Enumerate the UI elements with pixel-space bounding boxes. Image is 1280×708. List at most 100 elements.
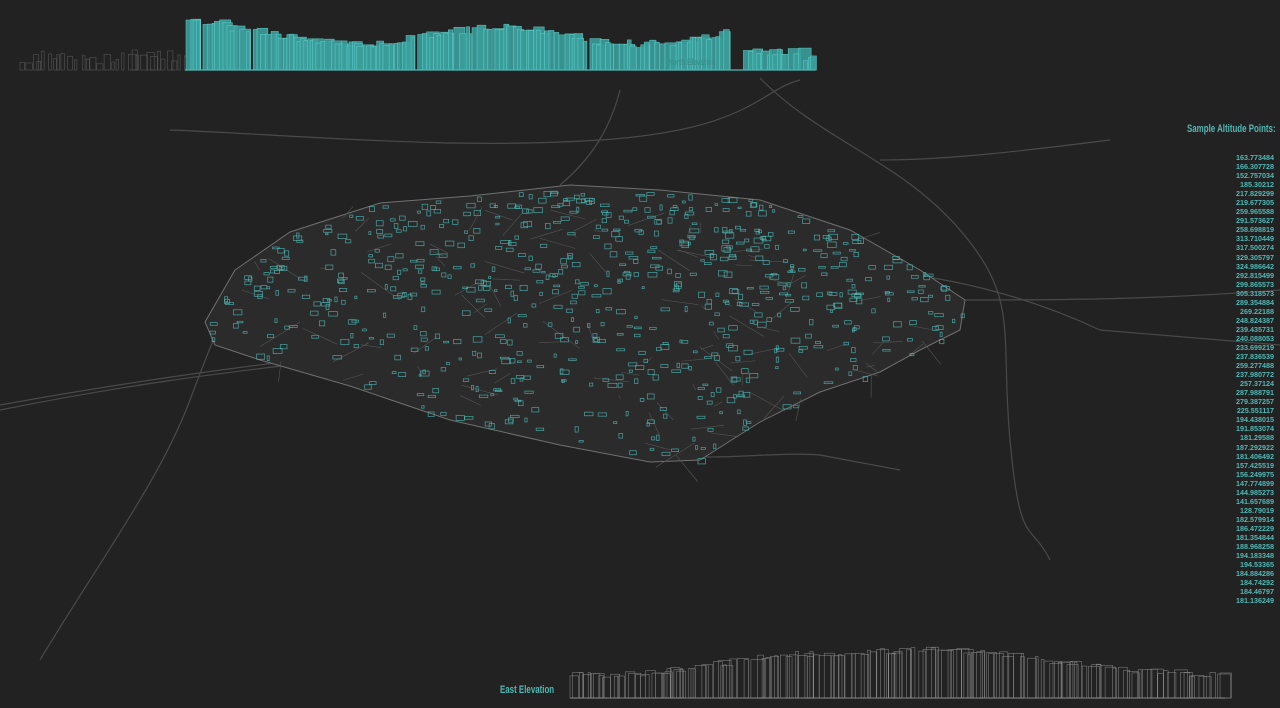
elevation-building [694, 665, 706, 699]
altitude-value: 317.500274 [1236, 243, 1274, 253]
elevation-building [33, 54, 39, 71]
altitude-value: 182.579914 [1236, 514, 1274, 524]
elevation-building [1219, 672, 1232, 699]
elevation-building [1081, 665, 1088, 699]
elevation-building [548, 30, 555, 71]
elevation-building [160, 58, 166, 71]
elevation-building [1123, 669, 1130, 699]
elevation-building [666, 668, 672, 699]
altitude-value: 184.74292 [1240, 578, 1274, 588]
elevation-building [876, 649, 889, 699]
elevation-building [536, 29, 541, 71]
altitude-value: 184.46797 [1240, 587, 1274, 597]
altitude-value: 186.472229 [1236, 523, 1274, 533]
altitude-value: 188.968258 [1236, 542, 1274, 552]
elevation-building [854, 653, 865, 699]
elevation-building [1074, 661, 1078, 699]
elevation-building [96, 63, 104, 71]
elevation-building [925, 646, 939, 699]
elevation-building [922, 649, 936, 699]
altitude-points-title: Sample Altitude Points: [1187, 123, 1276, 135]
altitude-value: 181.29588 [1240, 433, 1274, 443]
altitude-value: 152.757034 [1236, 171, 1274, 181]
elevation-building [635, 674, 650, 699]
elevation-building [410, 36, 416, 71]
elevation-building [447, 29, 453, 71]
altitude-value: 225.551117 [1236, 406, 1274, 416]
elevation-building [1198, 675, 1207, 699]
elevation-building [899, 648, 911, 699]
elevation-building [750, 659, 765, 699]
altitude-value: 141.657689 [1236, 496, 1274, 506]
elevation-building [1066, 664, 1079, 699]
elevation-building [869, 651, 877, 699]
elevation-building [572, 672, 584, 699]
altitude-value: 185.30212 [1240, 180, 1274, 190]
east-elevation-drawing [569, 646, 1232, 699]
altitude-value: 269.22188 [1240, 306, 1274, 316]
altitude-value: 163.773484 [1236, 153, 1274, 162]
elevation-building [288, 33, 294, 71]
altitude-value: 217.829299 [1236, 189, 1274, 199]
elevation-building [1040, 659, 1045, 699]
elevation-building [1157, 673, 1164, 699]
elevation-building [196, 19, 201, 71]
elevation-building [103, 54, 111, 71]
elevation-building [171, 60, 178, 71]
altitude-value: 259.965588 [1236, 207, 1274, 217]
elevation-building [640, 675, 646, 699]
elevation-building [1173, 669, 1188, 699]
altitude-value: 181.406492 [1236, 451, 1274, 461]
elevation-building [579, 672, 583, 699]
elevation-building [252, 29, 258, 71]
elevation-building [131, 49, 138, 71]
elevation-building [85, 58, 90, 71]
elevation-building [60, 53, 65, 71]
altitude-value: 194.183348 [1236, 551, 1274, 561]
elevation-building [48, 53, 53, 71]
elevation-building [1088, 666, 1100, 699]
elevation-building [781, 54, 789, 71]
elevation-building [111, 61, 115, 71]
elevation-building [613, 675, 619, 699]
altitude-value: 233.699219 [1236, 342, 1274, 352]
elevation-building [844, 653, 853, 699]
altitude-value: 166.307728 [1236, 162, 1274, 172]
elevation-building [818, 655, 832, 699]
altitude-value: 181.136249 [1236, 596, 1274, 606]
altitude-value: 219.677305 [1236, 198, 1274, 208]
elevation-building [676, 670, 686, 699]
elevation-building [963, 652, 973, 699]
elevation-building [723, 29, 730, 71]
elevation-building [629, 45, 637, 71]
elevation-building [429, 36, 434, 71]
elevation-building [905, 649, 912, 699]
site-3d-model [0, 18, 1280, 699]
elevation-building [930, 647, 936, 699]
elevation-building [121, 52, 125, 71]
elevation-building [956, 648, 970, 699]
elevation-building [41, 50, 45, 71]
elevation-building [1138, 669, 1142, 699]
altitude-value: 157.425519 [1236, 460, 1274, 470]
elevation-building [610, 673, 620, 699]
altitude-value: 239.435731 [1236, 324, 1274, 334]
elevation-building [577, 37, 584, 71]
elevation-building [643, 41, 650, 71]
elevation-building [53, 58, 57, 71]
altitude-value: 187.292922 [1236, 442, 1274, 452]
elevation-building [669, 667, 681, 699]
elevation-building [893, 651, 903, 699]
elevation-building [986, 652, 997, 699]
altitude-value: 259.277488 [1236, 361, 1274, 371]
altitude-value: 144.985273 [1236, 487, 1274, 497]
elevation-building [1008, 653, 1022, 699]
altitude-value: 258.698819 [1236, 225, 1274, 235]
elevation-building [74, 59, 78, 71]
elevation-building [1035, 656, 1039, 699]
elevation-building [999, 651, 1009, 699]
elevation-building [976, 651, 985, 699]
elevation-building [795, 651, 799, 699]
elevation-building [554, 32, 560, 71]
street-line [862, 232, 880, 239]
